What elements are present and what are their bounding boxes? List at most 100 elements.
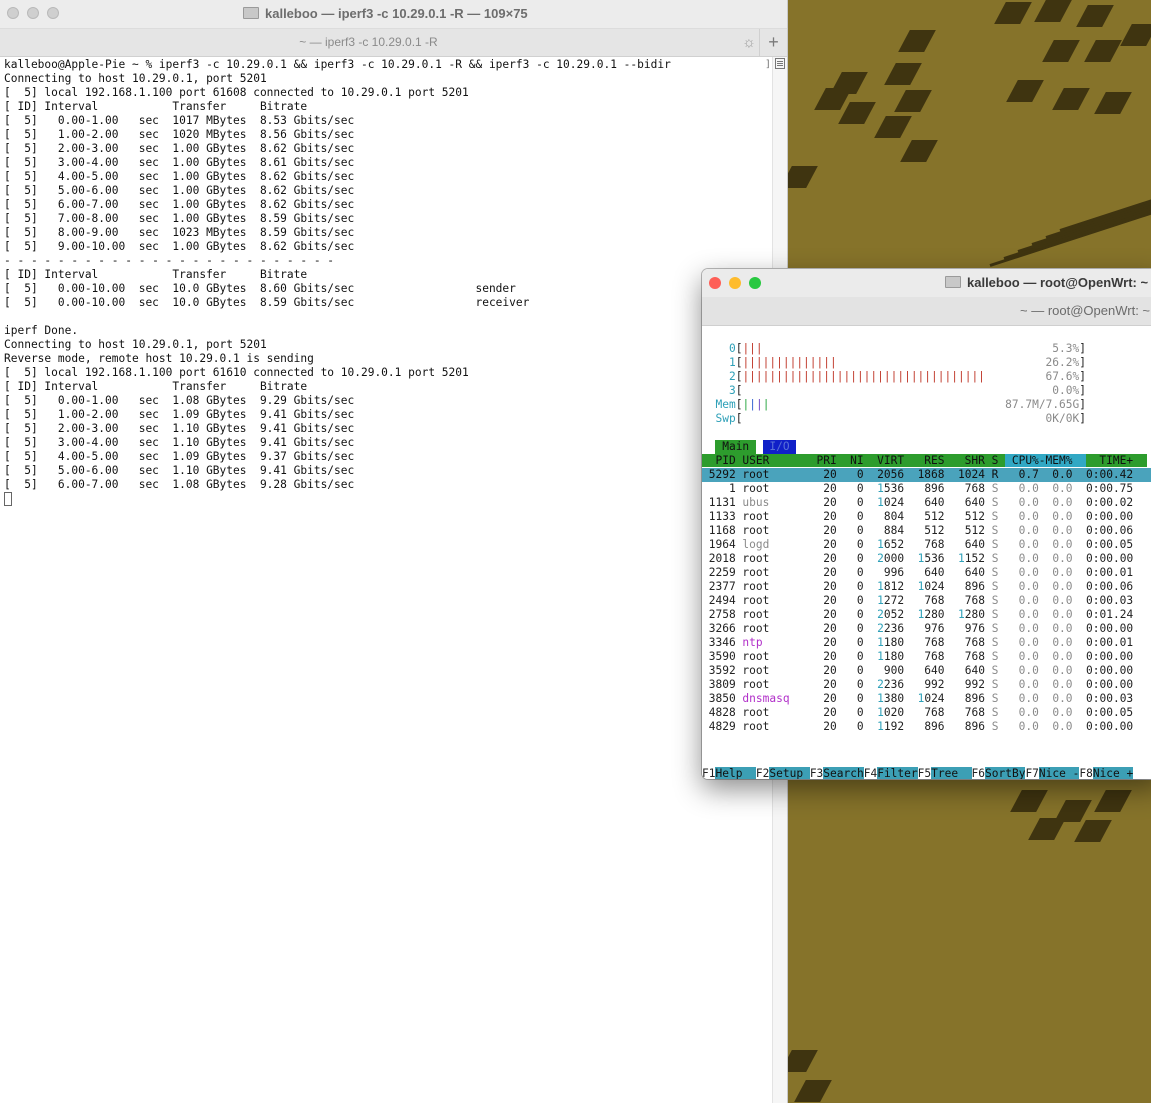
- process-state: S: [984, 552, 1006, 565]
- process-priority: 20 0: [803, 622, 864, 635]
- function-key-number: F7: [1025, 767, 1039, 779]
- process-time: 0:00.05: [1072, 538, 1134, 551]
- process-virt-low: 052: [883, 608, 905, 621]
- process-row[interactable]: 3592 root 20 0 900 640 640 S 0.0 0.0 0:0…: [702, 664, 1151, 678]
- function-key-f4[interactable]: F4Filter: [864, 767, 918, 779]
- process-time: 0:00.03: [1072, 692, 1134, 705]
- process-row[interactable]: 3809 root 20 0 2236 992 992 S 0.0 0.0 0:…: [702, 678, 1151, 692]
- function-key-f7[interactable]: F7Nice -: [1025, 767, 1080, 779]
- close-button[interactable]: [7, 7, 19, 19]
- process-row[interactable]: 2259 root 20 0 996 640 640 S 0.0 0.0 0:0…: [702, 566, 1151, 580]
- process-priority: 20 0: [803, 678, 864, 691]
- process-res: 512: [904, 510, 945, 523]
- meter-bracket: ]: [1079, 412, 1086, 425]
- process-virt-low: 652: [883, 538, 905, 551]
- marks-icon[interactable]: [775, 58, 785, 69]
- process-row[interactable]: 5292 root 20 0 2056 1868 1024 R 0.7 0.0 …: [702, 468, 1151, 482]
- process-row[interactable]: 2377 root 20 0 1812 1024 896 S 0.0 0.0 0…: [702, 580, 1151, 594]
- tab-main[interactable]: Main: [715, 440, 756, 454]
- cpu-meter: 2[|||||||||||||||||||||||||||||||||||| 6…: [702, 370, 1151, 384]
- new-tab-button[interactable]: +: [759, 29, 787, 56]
- cpu-meter-value: 5.3%: [762, 342, 1080, 355]
- function-key-f5[interactable]: F5Tree: [918, 767, 972, 779]
- process-res: 1868: [904, 468, 945, 481]
- function-key-number: F6: [971, 767, 986, 779]
- wallpaper-tile: [1034, 0, 1072, 22]
- process-shr: 768: [944, 636, 985, 649]
- minimize-button[interactable]: [27, 7, 39, 19]
- process-user: ntp: [742, 636, 804, 649]
- zoom-button[interactable]: [749, 277, 761, 289]
- function-key-f2[interactable]: F2Setup: [756, 767, 810, 779]
- title-bar[interactable]: kalleboo — iperf3 -c 10.29.0.1 -R — 109×…: [0, 0, 787, 29]
- process-virt: 996: [863, 566, 905, 579]
- process-time: 0:00.00: [1072, 678, 1134, 691]
- process-row[interactable]: 1 root 20 0 1536 896 768 S 0.0 0.0 0:00.…: [702, 482, 1151, 496]
- process-virt-low: 180: [883, 636, 905, 649]
- process-user: root: [742, 524, 804, 537]
- wallpaper-tile: [1042, 40, 1080, 62]
- process-res: 640: [904, 496, 945, 509]
- process-priority: 20 0: [803, 510, 864, 523]
- process-row[interactable]: 4829 root 20 0 1192 896 896 S 0.0 0.0 0:…: [702, 720, 1151, 734]
- terminal-output[interactable]: kalleboo@Apple-Pie ~ % iperf3 -c 10.29.0…: [4, 58, 768, 1098]
- terminal-line: [ 5] 6.00-7.00 sec 1.08 GBytes 9.28 Gbit…: [4, 478, 355, 491]
- terminal-line: [ 5] 5.00-6.00 sec 1.10 GBytes 9.41 Gbit…: [4, 464, 355, 477]
- wallpaper-tile: [894, 90, 932, 112]
- process-row[interactable]: 3850 dnsmasq 20 0 1380 1024 896 S 0.0 0.…: [702, 692, 1151, 706]
- wallpaper-tile: [1010, 790, 1048, 812]
- process-pid: 3809: [702, 678, 743, 691]
- minimize-button[interactable]: [729, 277, 741, 289]
- process-row[interactable]: 1133 root 20 0 804 512 512 S 0.0 0.0 0:0…: [702, 510, 1151, 524]
- htop-screen[interactable]: 0[||| 5.3%] 1[|||||||||||||| 26.2%] 2[||…: [702, 326, 1151, 779]
- wallpaper-tile: [900, 140, 938, 162]
- process-row[interactable]: 2494 root 20 0 1272 768 768 S 0.0 0.0 0:…: [702, 594, 1151, 608]
- function-key-f1[interactable]: F1Help: [702, 767, 756, 779]
- function-key-f3[interactable]: F3Search: [810, 767, 864, 779]
- title-bar[interactable]: kalleboo — root@OpenWrt: ~: [702, 269, 1151, 297]
- close-button[interactable]: [709, 277, 721, 289]
- meter-bracket: ]: [1079, 370, 1086, 383]
- process-user: root: [742, 580, 804, 593]
- tab-title[interactable]: ~ — iperf3 -c 10.29.0.1 -R: [0, 29, 737, 56]
- function-key-f8[interactable]: F8Nice +: [1079, 767, 1134, 779]
- process-row[interactable]: 3266 root 20 0 2236 976 976 S 0.0 0.0 0:…: [702, 622, 1151, 636]
- terminal-line: [ 5] local 192.168.1.100 port 61608 conn…: [4, 86, 469, 99]
- process-row[interactable]: 2018 root 20 0 2000 1536 1152 S 0.0 0.0 …: [702, 552, 1151, 566]
- wallpaper-tile: [994, 2, 1032, 24]
- header-time-column: TIME+: [1085, 454, 1147, 467]
- process-state: S: [984, 510, 1006, 523]
- tab-title[interactable]: ~ — root@OpenWrt: ~: [1020, 297, 1150, 325]
- process-shr: 768: [944, 650, 985, 663]
- terminal-line: [ 5] 6.00-7.00 sec 1.00 GBytes 8.62 Gbit…: [4, 198, 355, 211]
- process-virt-low: 000: [883, 552, 905, 565]
- process-state: S: [984, 636, 1006, 649]
- process-pid: 1: [702, 482, 743, 495]
- htop-terminal-window[interactable]: kalleboo — root@OpenWrt: ~ ~ — root@Open…: [702, 269, 1151, 779]
- function-key-f6[interactable]: F6SortBy: [972, 767, 1026, 779]
- process-row[interactable]: 1131 ubus 20 0 1024 640 640 S 0.0 0.0 0:…: [702, 496, 1151, 510]
- function-key-label: Nice +: [1092, 767, 1134, 779]
- process-row[interactable]: 3346 ntp 20 0 1180 768 768 S 0.0 0.0 0:0…: [702, 636, 1151, 650]
- terminal-line: [ ID] Interval Transfer Bitrate: [4, 268, 308, 281]
- process-res: 640: [904, 664, 945, 677]
- process-row[interactable]: 4828 root 20 0 1020 768 768 S 0.0 0.0 0:…: [702, 706, 1151, 720]
- process-res-high: 1: [904, 692, 925, 705]
- tab-io[interactable]: I/O: [762, 440, 797, 454]
- process-row[interactable]: 1964 logd 20 0 1652 768 640 S 0.0 0.0 0:…: [702, 538, 1151, 552]
- function-key-number: F1: [702, 767, 716, 779]
- process-shr: 1024: [944, 468, 985, 481]
- process-res: 768: [904, 538, 945, 551]
- iperf-terminal-window[interactable]: kalleboo — iperf3 -c 10.29.0.1 -R — 109×…: [0, 0, 787, 1103]
- zoom-button[interactable]: [47, 7, 59, 19]
- process-cpu-mem: 0.0 0.0: [1005, 510, 1073, 523]
- process-row[interactable]: 2758 root 20 0 2052 1280 1280 S 0.0 0.0 …: [702, 608, 1151, 622]
- process-user: root: [742, 706, 804, 719]
- wallpaper-tile: [1120, 24, 1151, 46]
- wallpaper-tile: [1076, 5, 1114, 27]
- terminal-line: [ 5] 0.00-10.00 sec 10.0 GBytes 8.60 Gbi…: [4, 282, 516, 295]
- process-row[interactable]: 1168 root 20 0 884 512 512 S 0.0 0.0 0:0…: [702, 524, 1151, 538]
- process-row[interactable]: 3590 root 20 0 1180 768 768 S 0.0 0.0 0:…: [702, 650, 1151, 664]
- process-user: root: [742, 608, 804, 621]
- process-virt-low: 236: [883, 678, 905, 691]
